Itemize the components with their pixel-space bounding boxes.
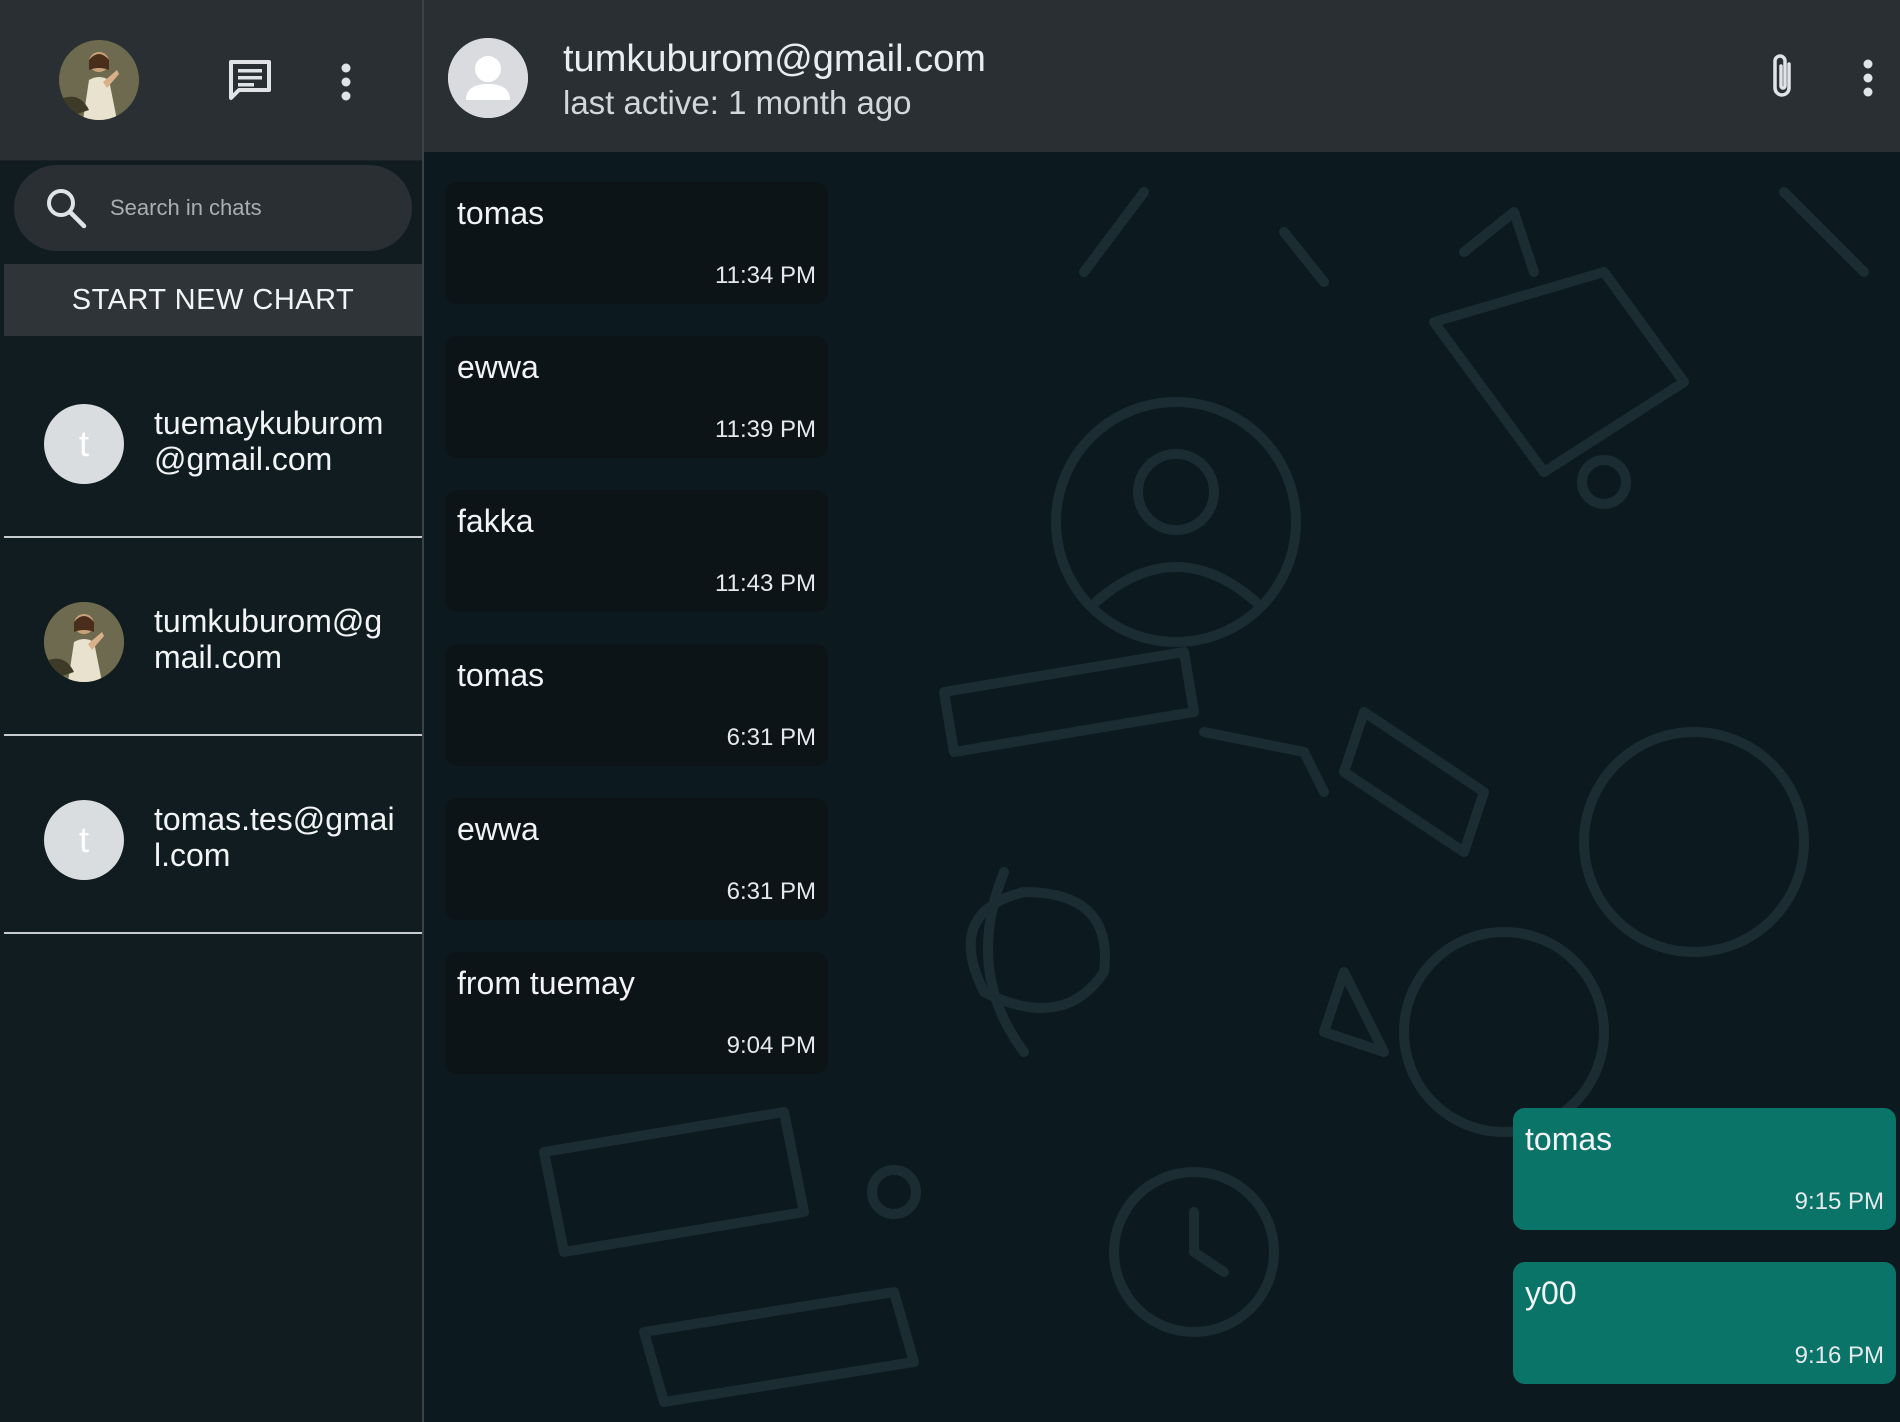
- chat-app: START NEW CHART t tuemaykuburom@gmail.co…: [0, 0, 1900, 1422]
- message-incoming: tomas 11:34 PM: [445, 182, 828, 304]
- contact-name: tumkuburom@gmail.com: [563, 38, 986, 80]
- message-incoming: fakka 11:43 PM: [445, 490, 828, 612]
- chat-item-name: tumkuburom@gmail.com: [154, 603, 383, 675]
- message-time: 6:31 PM: [726, 878, 816, 905]
- message-incoming: ewwa 11:39 PM: [445, 336, 828, 458]
- sidebar: START NEW CHART t tuemaykuburom@gmail.co…: [0, 0, 424, 1422]
- attach-icon[interactable]: [1766, 52, 1800, 102]
- message-time: 11:34 PM: [715, 262, 816, 289]
- message-text: from tuemay: [457, 965, 635, 1001]
- chat-list-item[interactable]: tumkuburom@gmail.com: [4, 538, 422, 736]
- message-time: 9:16 PM: [1794, 1342, 1884, 1369]
- message-outgoing: tomas 9:15 PM: [1513, 1108, 1896, 1230]
- chat-list: t tuemaykuburom@gmail.com tumkuburom@gma…: [4, 340, 422, 934]
- search-bar: [14, 165, 412, 251]
- message-text: y00: [1525, 1275, 1577, 1311]
- chat-panel: tumkuburom@gmail.com last active: 1 mont…: [424, 0, 1900, 1422]
- user-avatar[interactable]: [59, 40, 139, 120]
- contact-avatar: [44, 602, 124, 682]
- menu-kebab-icon[interactable]: [334, 58, 358, 106]
- message-text: ewwa: [457, 349, 539, 385]
- new-chat-icon[interactable]: [224, 56, 276, 104]
- message-text: fakka: [457, 503, 534, 539]
- message-text: ewwa: [457, 811, 539, 847]
- chat-menu-kebab-icon[interactable]: [1856, 54, 1880, 102]
- chat-item-name: tomas.tes@gmail.com: [154, 801, 395, 873]
- contact-avatar: t: [44, 800, 124, 880]
- chat-list-item[interactable]: t tomas.tes@gmail.com: [4, 736, 422, 934]
- message-time: 11:43 PM: [715, 570, 816, 597]
- contact-avatar[interactable]: [448, 38, 528, 118]
- message-incoming: tomas 6:31 PM: [445, 644, 828, 766]
- message-text: tomas: [457, 657, 545, 693]
- message-time: 11:39 PM: [715, 416, 816, 443]
- message-time: 6:31 PM: [726, 724, 816, 751]
- message-text: tomas: [457, 195, 545, 231]
- chat-list-item[interactable]: t tuemaykuburom@gmail.com: [4, 340, 422, 538]
- chat-header: tumkuburom@gmail.com last active: 1 mont…: [424, 0, 1900, 152]
- chat-item-name: tuemaykuburom@gmail.com: [154, 405, 384, 477]
- contact-status: last active: 1 month ago: [563, 84, 912, 121]
- message-time: 9:04 PM: [726, 1032, 816, 1059]
- message-text: tomas: [1525, 1121, 1613, 1157]
- search-icon: [44, 186, 88, 230]
- start-new-chat-button[interactable]: START NEW CHART: [4, 264, 422, 336]
- message-outgoing: y00 9:16 PM: [1513, 1262, 1896, 1384]
- message-incoming: ewwa 6:31 PM: [445, 798, 828, 920]
- message-time: 9:15 PM: [1794, 1188, 1884, 1215]
- message-incoming: from tuemay 9:04 PM: [445, 952, 828, 1074]
- contact-avatar: t: [44, 404, 124, 484]
- search-input[interactable]: [108, 194, 392, 222]
- message-area[interactable]: tomas 11:34 PM ewwa 11:39 PM fakka 11:43…: [424, 152, 1900, 1422]
- sidebar-header: [0, 0, 422, 161]
